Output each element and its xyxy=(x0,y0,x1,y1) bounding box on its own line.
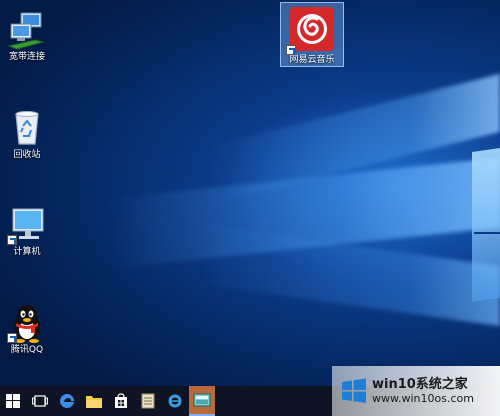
notepad-icon xyxy=(141,393,155,409)
desktop-icon-computer[interactable]: 计算机 xyxy=(0,205,59,258)
watermark-banner: win10系统之家 www.win10os.com xyxy=(332,366,500,416)
monitor-icon xyxy=(7,205,47,245)
start-button[interactable] xyxy=(0,386,26,416)
watermark-title: win10系统之家 xyxy=(372,377,468,392)
image-viewer-icon xyxy=(193,393,211,407)
taskbar-store-button[interactable] xyxy=(108,386,134,416)
task-view-icon xyxy=(32,395,48,407)
wallpaper-light-beam xyxy=(200,223,500,327)
ie-browser-icon xyxy=(168,394,182,408)
store-icon xyxy=(115,393,127,408)
wallpaper-light-beam xyxy=(210,73,500,205)
win10-logo-icon xyxy=(342,378,366,403)
desktop-icon-qq[interactable]: 腾讯QQ xyxy=(0,303,59,356)
desktop[interactable]: 宽带连接 回收站 计算机 腾讯QQ 网易云音乐 win10系统之家 www.wi… xyxy=(0,0,500,416)
taskbar-photo-button[interactable] xyxy=(189,386,215,416)
edge-browser-icon xyxy=(60,394,74,408)
desktop-icon-broadband[interactable]: 宽带连接 xyxy=(0,10,59,63)
netease-music-icon xyxy=(286,5,336,55)
desktop-icon-label: 腾讯QQ xyxy=(10,345,44,355)
task-view-button[interactable] xyxy=(27,386,53,416)
shortcut-arrow-icon xyxy=(7,235,17,245)
wallpaper-window-divider xyxy=(474,232,500,234)
wallpaper-light-beam xyxy=(110,157,500,269)
desktop-icon-label: 宽带连接 xyxy=(8,52,45,62)
taskbar-notepad-button[interactable] xyxy=(135,386,161,416)
watermark-text: win10系统之家 www.win10os.com xyxy=(372,377,474,405)
shortcut-arrow-icon xyxy=(286,45,296,55)
desktop-icon-label: 网易云音乐 xyxy=(289,55,335,65)
taskbar-edge-button[interactable] xyxy=(54,386,80,416)
taskbar-explorer-button[interactable] xyxy=(81,386,107,416)
desktop-icon-netease-music[interactable]: 网易云音乐 xyxy=(280,2,344,67)
shortcut-arrow-icon xyxy=(7,333,17,343)
wallpaper-window-logo xyxy=(472,148,500,302)
desktop-icon-recycle-bin[interactable]: 回收站 xyxy=(0,108,59,161)
desktop-icon-label: 回收站 xyxy=(13,150,41,160)
qq-penguin-icon xyxy=(7,303,47,343)
file-explorer-icon xyxy=(86,396,102,408)
network-computers-icon xyxy=(7,10,47,50)
watermark-url: www.win10os.com xyxy=(372,392,474,405)
windows-start-icon xyxy=(6,394,20,408)
taskbar-ie-button[interactable] xyxy=(162,386,188,416)
desktop-icon-label: 计算机 xyxy=(13,247,41,257)
recycle-bin-icon xyxy=(7,108,47,148)
